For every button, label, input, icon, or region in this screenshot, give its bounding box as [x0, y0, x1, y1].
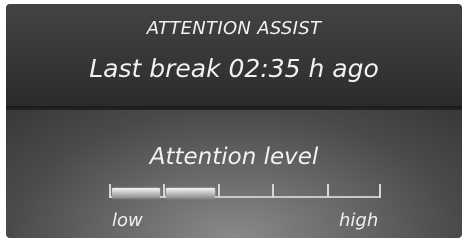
- last-break-text: Last break 02:35 h ago: [89, 54, 379, 83]
- gauge-fill-segment: [112, 188, 161, 198]
- gauge-tick: [217, 184, 220, 198]
- gauge-tick: [272, 184, 275, 198]
- gauge-tick: [379, 184, 381, 198]
- attention-level-label: Attention level: [149, 144, 319, 170]
- attention-level-bar: [109, 184, 381, 204]
- gauge-fill-segment: [166, 188, 215, 198]
- gauge-tick: [326, 184, 329, 198]
- screen-title: ATTENTION ASSIST: [146, 18, 322, 39]
- gauge-tick: [163, 184, 166, 198]
- scale-low-label: low: [112, 210, 143, 231]
- gauge-tick: [109, 184, 111, 198]
- scale-high-label: high: [339, 210, 379, 231]
- attention-assist-screen: ATTENTION ASSIST Last break 02:35 h ago …: [6, 4, 462, 238]
- gauge-panel: [6, 110, 462, 238]
